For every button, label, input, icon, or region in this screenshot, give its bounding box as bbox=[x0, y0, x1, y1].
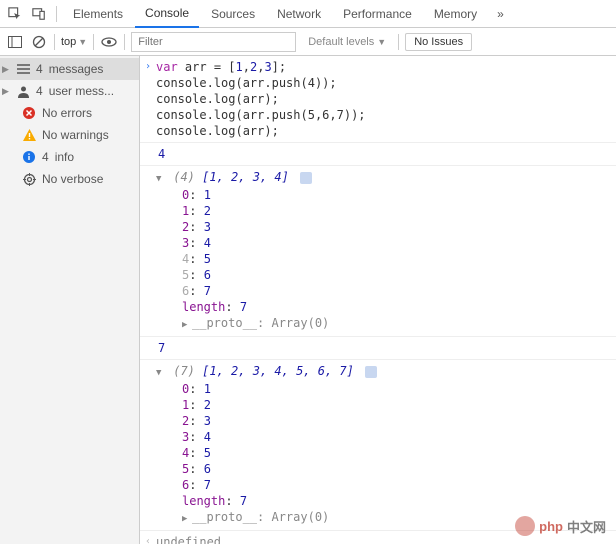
sidebar-item-errors[interactable]: No errors bbox=[0, 102, 139, 124]
sidebar-item-info[interactable]: 4 info bbox=[0, 146, 139, 168]
messages-label: messages bbox=[49, 62, 104, 76]
divider bbox=[93, 34, 94, 50]
info-icon bbox=[22, 150, 36, 164]
warnings-label: No warnings bbox=[42, 128, 109, 142]
divider bbox=[56, 6, 57, 22]
console-output: › var arr = [1,2,3]; console.log(arr.pus… bbox=[140, 56, 616, 544]
array-length-preview: (7) bbox=[173, 364, 195, 378]
tab-sources[interactable]: Sources bbox=[201, 1, 265, 27]
info-badge-icon[interactable] bbox=[365, 366, 377, 378]
return-value: undefined bbox=[156, 535, 221, 544]
collapse-arrow-icon[interactable]: ▼ bbox=[156, 171, 166, 187]
console-log-row[interactable]: ▼ (7) [1, 2, 3, 4, 5, 6, 7] 0: 1 1: 2 2:… bbox=[140, 360, 616, 531]
sidebar-item-warnings[interactable]: No warnings bbox=[0, 124, 139, 146]
expanded-array: ▼ (4) [1, 2, 3, 4] 0: 1 1: 2 2: 3 3: 4 4… bbox=[156, 169, 616, 333]
live-expression-icon[interactable] bbox=[100, 33, 118, 51]
collapse-arrow-icon[interactable]: ▼ bbox=[156, 365, 166, 381]
expand-arrow-icon: ▶ bbox=[2, 86, 10, 97]
info-label: info bbox=[55, 150, 74, 164]
expanded-array: ▼ (7) [1, 2, 3, 4, 5, 6, 7] 0: 1 1: 2 2:… bbox=[156, 363, 616, 527]
divider bbox=[54, 34, 55, 50]
inspect-icon[interactable] bbox=[4, 3, 26, 25]
divider bbox=[124, 34, 125, 50]
verbose-icon bbox=[22, 172, 36, 186]
watermark-logo-icon bbox=[515, 516, 535, 536]
info-count: 4 bbox=[42, 150, 49, 164]
expand-arrow-icon[interactable]: ▶ bbox=[182, 317, 192, 333]
verbose-label: No verbose bbox=[42, 172, 103, 186]
issues-button[interactable]: No Issues bbox=[405, 33, 472, 51]
gutter bbox=[140, 169, 156, 333]
dropdown-icon: ▼ bbox=[78, 37, 87, 47]
messages-count: 4 bbox=[36, 62, 43, 76]
user-icon bbox=[16, 84, 30, 98]
watermark: php 中文网 bbox=[515, 516, 606, 536]
dropdown-icon: ▼ bbox=[377, 37, 386, 47]
devtools-tabs: Elements Console Sources Network Perform… bbox=[0, 0, 616, 28]
sidebar-toggle-icon[interactable] bbox=[6, 33, 24, 51]
watermark-prefix: php bbox=[539, 519, 563, 534]
log-value: 4 bbox=[156, 147, 165, 161]
console-log-row[interactable]: ▼ (4) [1, 2, 3, 4] 0: 1 1: 2 2: 3 3: 4 4… bbox=[140, 166, 616, 337]
tab-network[interactable]: Network bbox=[267, 1, 331, 27]
error-icon bbox=[22, 106, 36, 120]
console-sidebar: ▶ 4 messages ▶ 4 user mess... No errors bbox=[0, 56, 140, 544]
tab-elements[interactable]: Elements bbox=[63, 1, 133, 27]
gutter bbox=[140, 340, 156, 356]
errors-label: No errors bbox=[42, 106, 92, 120]
filter-input[interactable] bbox=[131, 32, 296, 52]
messages-icon bbox=[16, 62, 30, 76]
tab-performance[interactable]: Performance bbox=[333, 1, 422, 27]
array-values-preview: [1, 2, 3, 4, 5, 6, 7] bbox=[202, 364, 354, 378]
main-area: ▶ 4 messages ▶ 4 user mess... No errors bbox=[0, 56, 616, 544]
array-values-preview: [1, 2, 3, 4] bbox=[202, 170, 289, 184]
watermark-text: 中文网 bbox=[567, 517, 606, 536]
context-selector[interactable]: top ▼ bbox=[61, 36, 87, 48]
tab-memory[interactable]: Memory bbox=[424, 1, 487, 27]
device-toggle-icon[interactable] bbox=[28, 3, 50, 25]
context-label: top bbox=[61, 36, 76, 48]
sidebar-item-user-messages[interactable]: ▶ 4 user mess... bbox=[0, 80, 139, 102]
console-input-row[interactable]: › var arr = [1,2,3]; console.log(arr.pus… bbox=[140, 56, 616, 143]
more-tabs-icon[interactable]: » bbox=[489, 7, 512, 21]
array-length-preview: (4) bbox=[173, 170, 195, 184]
output-prompt-icon: ‹ bbox=[140, 534, 156, 544]
console-log-row[interactable]: 4 bbox=[140, 143, 616, 166]
sidebar-item-verbose[interactable]: No verbose bbox=[0, 168, 139, 190]
gutter bbox=[140, 363, 156, 527]
console-input-code: var arr = [1,2,3]; console.log(arr.push(… bbox=[156, 59, 616, 139]
clear-console-icon[interactable] bbox=[30, 33, 48, 51]
user-label: user mess... bbox=[49, 84, 114, 98]
tab-console[interactable]: Console bbox=[135, 0, 199, 28]
user-count: 4 bbox=[36, 84, 43, 98]
expand-arrow-icon[interactable]: ▶ bbox=[182, 511, 192, 527]
info-badge-icon[interactable] bbox=[300, 172, 312, 184]
console-log-row[interactable]: 7 bbox=[140, 337, 616, 360]
console-toolbar: top ▼ Default levels ▼ No Issues bbox=[0, 28, 616, 56]
warning-icon bbox=[22, 128, 36, 142]
sidebar-item-messages[interactable]: ▶ 4 messages bbox=[0, 58, 139, 80]
gutter bbox=[140, 146, 156, 162]
log-value: 7 bbox=[156, 341, 165, 355]
log-levels-selector[interactable]: Default levels ▼ bbox=[302, 36, 392, 48]
levels-label: Default levels bbox=[308, 36, 374, 48]
expand-arrow-icon: ▶ bbox=[2, 64, 10, 75]
divider bbox=[398, 34, 399, 50]
input-prompt-icon: › bbox=[140, 59, 156, 139]
